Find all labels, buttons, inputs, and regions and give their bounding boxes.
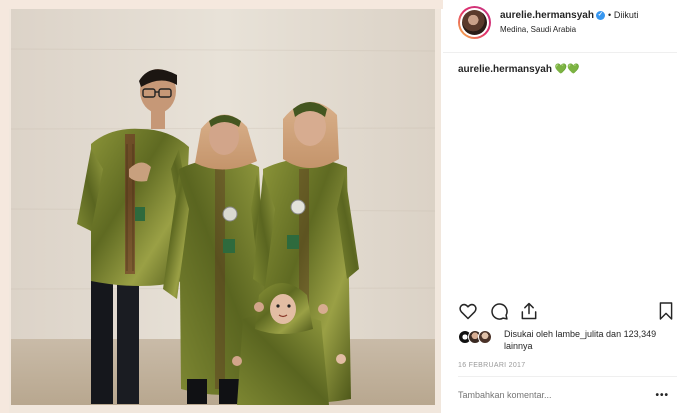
follow-status-button[interactable]: Diikuti	[614, 10, 639, 20]
username-row: aurelie.hermansyah ✓ • Diikuti	[500, 10, 638, 21]
avatar-image	[462, 10, 487, 35]
post-date[interactable]: 16 FEBRUARI 2017	[458, 362, 525, 369]
likes-summary: Disukai oleh lambe_julita dan 123,349 la…	[458, 328, 673, 354]
caption: aurelie.hermansyah 💚💚	[458, 64, 580, 75]
location-link[interactable]: Medina, Saudi Arabia	[500, 25, 576, 34]
share-icon[interactable]	[519, 301, 539, 321]
caption-username[interactable]: aurelie.hermansyah	[458, 64, 552, 75]
liker-avatar	[478, 330, 492, 344]
action-bar	[443, 297, 677, 327]
comment-bar: •••	[458, 376, 677, 413]
more-options-icon[interactable]: •••	[655, 390, 669, 401]
user-avatar[interactable]	[458, 6, 491, 39]
likes-text[interactable]: Disukai oleh lambe_julita dan 123,349 la…	[504, 328, 674, 352]
post-sidebar: aurelie.hermansyah ✓ • Diikuti Medina, Sau…	[443, 0, 677, 413]
post-photo[interactable]	[11, 9, 435, 405]
liker-avatars[interactable]	[458, 330, 500, 344]
photo-panel	[9, 9, 441, 413]
bookmark-icon[interactable]	[658, 301, 674, 321]
username-link[interactable]: aurelie.hermansyah	[500, 10, 594, 21]
heart-icon[interactable]	[458, 301, 478, 321]
follow-separator: •	[607, 10, 612, 20]
caption-text: 💚💚	[554, 64, 580, 75]
comment-input[interactable]	[458, 388, 628, 402]
avatar-ring	[460, 8, 489, 37]
family-photo-image	[11, 9, 435, 405]
verified-badge-icon: ✓	[595, 10, 605, 20]
comment-icon[interactable]	[489, 301, 509, 321]
post-header: aurelie.hermansyah ✓ • Diikuti Medina, Sau…	[443, 0, 677, 53]
